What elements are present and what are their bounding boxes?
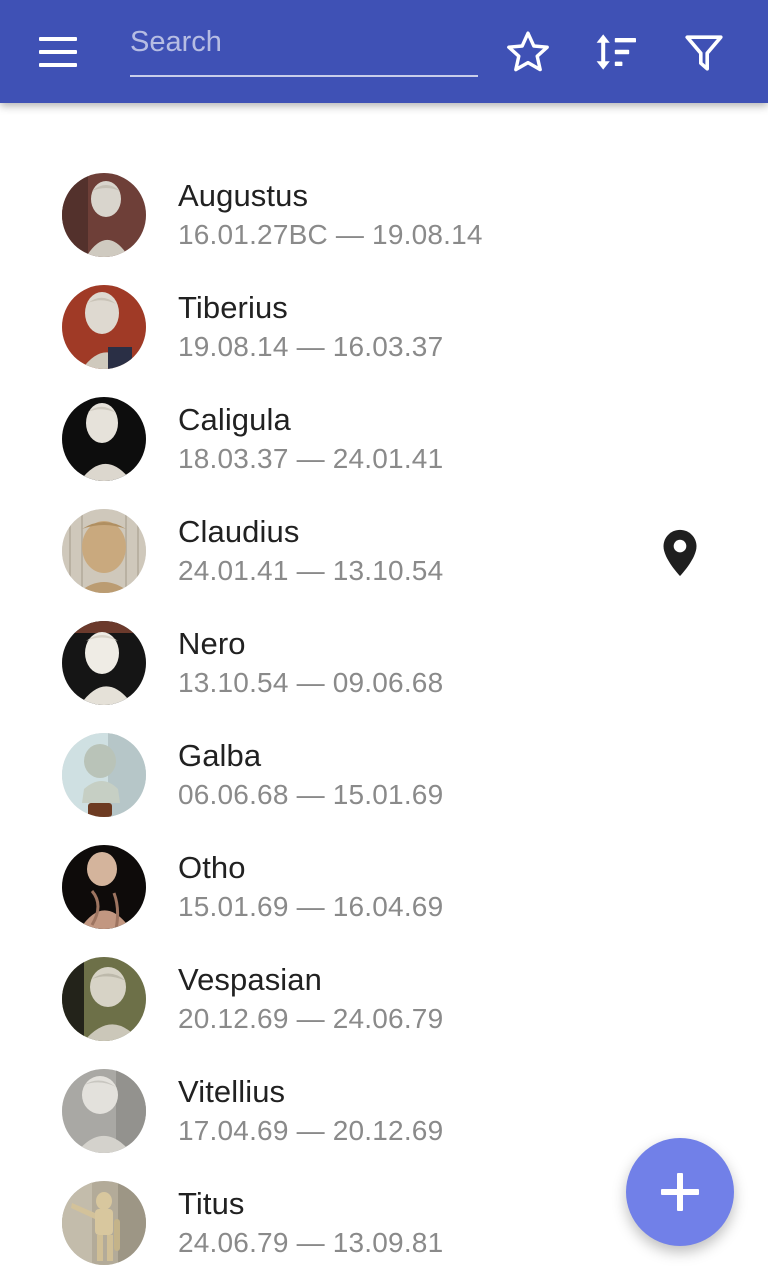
toolbar-actions	[498, 22, 744, 82]
sort-icon	[592, 28, 640, 76]
list-item-subtitle: 20.12.69 — 24.06.79	[178, 1003, 444, 1034]
list-item-text: Caligula 18.03.37 — 24.01.41	[178, 401, 443, 477]
list-item-text: Titus 24.06.79 — 13.09.81	[178, 1185, 443, 1261]
list-item[interactable]: Galba 06.06.68 — 15.01.69	[0, 719, 768, 831]
avatar	[62, 1181, 146, 1265]
sort-button[interactable]	[586, 22, 646, 82]
list-item[interactable]: Augustus 16.01.27BC — 19.08.14	[0, 159, 768, 271]
list-item[interactable]: Tiberius 19.08.14 — 16.03.37	[0, 271, 768, 383]
list-item-text: Nero 13.10.54 — 09.06.68	[178, 625, 443, 701]
location-pin-icon[interactable]	[662, 529, 698, 577]
list-item-title: Vitellius	[178, 1074, 286, 1109]
avatar	[62, 1069, 146, 1153]
menu-bar-3	[39, 62, 77, 67]
list-item-title: Caligula	[178, 402, 291, 437]
list-item-text: Vespasian 20.12.69 — 24.06.79	[178, 961, 443, 1037]
avatar	[62, 173, 146, 257]
list-item-subtitle: 18.03.37 — 24.01.41	[178, 443, 444, 474]
favorites-button[interactable]	[498, 22, 558, 82]
list-item-title: Vespasian	[178, 962, 322, 997]
search-field-wrapper	[130, 22, 478, 81]
avatar	[62, 733, 146, 817]
search-input[interactable]	[130, 22, 478, 77]
list-item-title: Titus	[178, 1186, 245, 1221]
emperor-list[interactable]: Augustus 16.01.27BC — 19.08.14 Tiberius …	[0, 103, 768, 1280]
list-item-title: Augustus	[178, 178, 309, 213]
avatar	[62, 621, 146, 705]
list-item-subtitle: 16.01.27BC — 19.08.14	[178, 219, 483, 250]
list-item[interactable]: Vespasian 20.12.69 — 24.06.79	[0, 943, 768, 1055]
filter-funnel-icon	[680, 28, 728, 76]
avatar	[62, 509, 146, 593]
add-button[interactable]	[626, 1138, 734, 1246]
avatar	[62, 285, 146, 369]
avatar	[62, 957, 146, 1041]
list-item[interactable]: Caligula 18.03.37 — 24.01.41	[0, 383, 768, 495]
list-item-title: Tiberius	[178, 290, 288, 325]
list-item-subtitle: 24.01.41 — 13.10.54	[178, 555, 444, 586]
list-item-text: Augustus 16.01.27BC — 19.08.14	[178, 177, 483, 253]
menu-bar-1	[39, 36, 77, 41]
list-item-text: Vitellius 17.04.69 — 20.12.69	[178, 1073, 443, 1149]
star-outline-icon	[504, 28, 552, 76]
list-item-subtitle: 19.08.14 — 16.03.37	[178, 331, 444, 362]
list-item-text: Galba 06.06.68 — 15.01.69	[178, 737, 443, 813]
list-item[interactable]: Nero 13.10.54 — 09.06.68	[0, 607, 768, 719]
list-item-text: Otho 15.01.69 — 16.04.69	[178, 849, 443, 925]
filter-button[interactable]	[674, 22, 734, 82]
plus-icon	[661, 1173, 699, 1211]
hamburger-menu-icon[interactable]	[30, 24, 86, 80]
list-item-subtitle: 06.06.68 — 15.01.69	[178, 779, 444, 810]
list-item-text: Tiberius 19.08.14 — 16.03.37	[178, 289, 443, 365]
avatar	[62, 845, 146, 929]
list-item-subtitle: 17.04.69 — 20.12.69	[178, 1115, 444, 1146]
list-item-subtitle: 13.10.54 — 09.06.68	[178, 667, 444, 698]
list-item[interactable]: Claudius 24.01.41 — 13.10.54	[0, 495, 768, 607]
avatar	[62, 397, 146, 481]
list-item-title: Claudius	[178, 514, 300, 549]
list-item-title: Nero	[178, 626, 246, 661]
list-item-text: Claudius 24.01.41 — 13.10.54	[178, 513, 443, 589]
list-item-title: Otho	[178, 850, 246, 885]
menu-bar-2	[39, 49, 77, 54]
list-item-subtitle: 24.06.79 — 13.09.81	[178, 1227, 444, 1258]
list-item-title: Galba	[178, 738, 262, 773]
top-app-bar	[0, 0, 768, 103]
list-item[interactable]: Otho 15.01.69 — 16.04.69	[0, 831, 768, 943]
list-item-subtitle: 15.01.69 — 16.04.69	[178, 891, 444, 922]
